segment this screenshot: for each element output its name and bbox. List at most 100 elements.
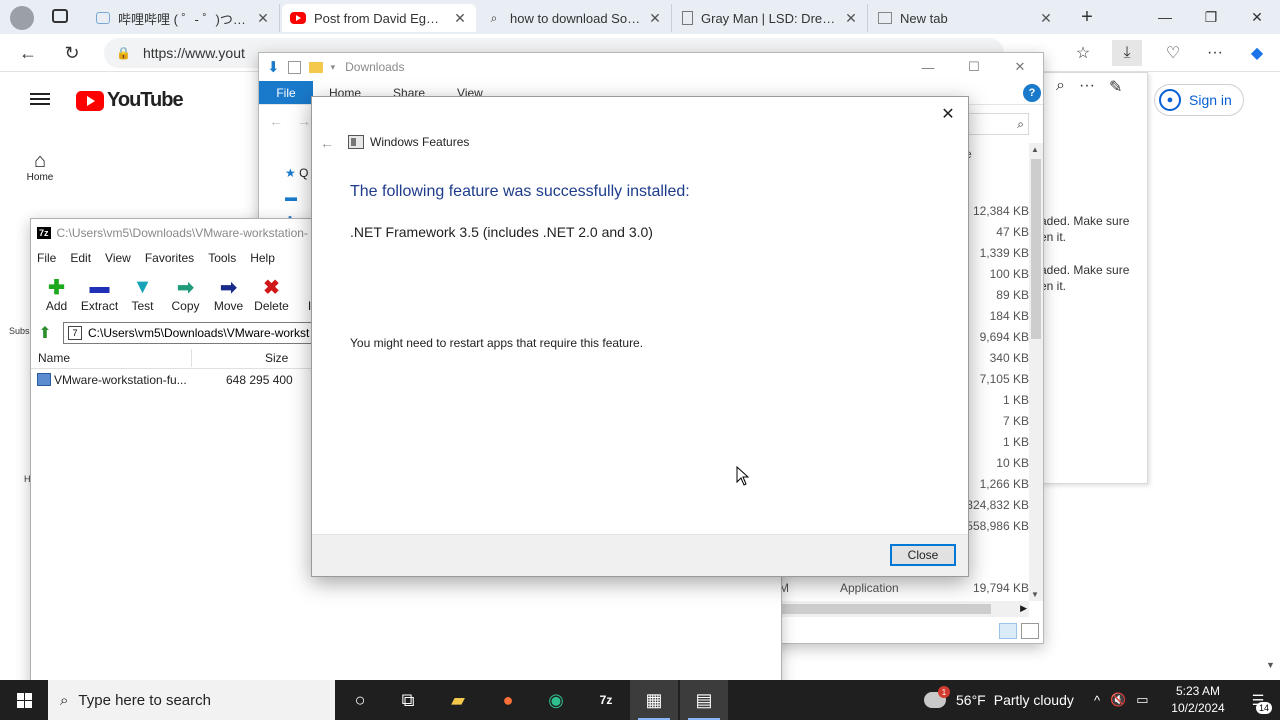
scroll-up-icon[interactable]: ▲ xyxy=(1031,145,1039,154)
back-icon[interactable]: ← xyxy=(320,135,334,151)
large-icons-view-icon[interactable] xyxy=(1021,623,1039,639)
folder-icon xyxy=(308,61,323,73)
vertical-scrollbar[interactable]: ▲ ▼ xyxy=(1029,143,1043,601)
tab-youtube-post[interactable]: Post from David Egan - Y ✕ xyxy=(282,4,476,32)
cortana-icon[interactable]: ○ xyxy=(336,680,384,720)
tab-sogou-search[interactable]: ⌕ how to download Sogou ✕ xyxy=(478,4,672,32)
start-button[interactable] xyxy=(0,680,48,720)
test-button[interactable]: ▼ Test xyxy=(121,275,164,314)
tab-new-tab[interactable]: New tab ✕ xyxy=(870,4,1062,32)
profile-avatar[interactable] xyxy=(10,6,34,30)
taskbar-clock[interactable]: 5:23 AM 10/2/2024 xyxy=(1162,683,1234,717)
close-window-button[interactable]: ✕ xyxy=(1234,0,1280,34)
tab-actions-icon[interactable] xyxy=(52,9,68,23)
search-icon[interactable]: ⌕ xyxy=(1056,77,1065,97)
menu-item-view[interactable]: View xyxy=(105,251,131,265)
downloads-flyout: ⌕ ··· ✎ aded. Make sure en it. aded. Mak… xyxy=(1040,72,1148,484)
favorites-icon[interactable]: ☆ xyxy=(1068,40,1098,66)
sevenzip-taskbar-icon[interactable]: 7z xyxy=(582,680,630,720)
path-text: C:\Users\vm5\Downloads\VMware-workst xyxy=(88,326,310,340)
copy-button[interactable]: ➡ Copy xyxy=(164,275,207,314)
taskbar-search[interactable]: ⌕ Type here to search xyxy=(48,680,335,720)
back-icon[interactable]: ← xyxy=(269,113,283,129)
clock-time: 5:23 AM xyxy=(1175,684,1221,698)
show-hidden-icons-icon[interactable]: ^ xyxy=(1094,693,1100,708)
firefox-icon[interactable]: ● xyxy=(484,680,532,720)
scrollbar-thumb[interactable] xyxy=(779,604,991,614)
more-menu-icon[interactable]: ··· xyxy=(1200,40,1230,66)
tab-label: New tab xyxy=(900,10,948,26)
browser-essentials-icon[interactable]: ♡ xyxy=(1158,40,1188,66)
lock-icon: 🔒 xyxy=(116,46,131,60)
weather-temp: 56°F xyxy=(956,692,986,708)
search-box[interactable]: ⌕ xyxy=(959,113,1029,135)
menu-item-file[interactable]: File xyxy=(37,251,56,265)
column-header-name[interactable]: Name xyxy=(38,351,70,365)
notification-center-icon[interactable]: ☰ 14 xyxy=(1236,680,1280,720)
add-button[interactable]: ✚ Add xyxy=(35,275,78,314)
volume-muted-icon[interactable]: 🔇 xyxy=(1110,692,1126,708)
tab-bilibili[interactable]: 哔哩哔哩 ( ゜- ゜)つロ 干杯~ ✕ xyxy=(88,4,280,32)
close-icon[interactable]: ✕ xyxy=(452,10,468,27)
menu-item-edit[interactable]: Edit xyxy=(70,251,91,265)
control-panel-taskbar-icon[interactable]: ▤ xyxy=(680,680,728,720)
delete-button[interactable]: ✖ Delete xyxy=(250,275,293,314)
download-item-message: aded. Make sure en it. xyxy=(1040,214,1130,244)
close-icon[interactable]: ✕ xyxy=(843,10,859,27)
sidebar-item-home[interactable]: ⌂ Home xyxy=(20,150,60,183)
scroll-down-icon[interactable]: ▼ xyxy=(1266,660,1275,670)
tab-gray-man[interactable]: Gray Man | LSD: Dream E ✕ xyxy=(674,4,868,32)
back-icon[interactable]: ← xyxy=(14,40,42,66)
minimize-button[interactable]: — xyxy=(1142,0,1188,34)
folder-up-icon[interactable]: ⬆ xyxy=(35,323,55,343)
scroll-down-icon[interactable]: ▼ xyxy=(1031,590,1039,599)
scroll-right-icon[interactable]: ▶ xyxy=(1020,603,1027,614)
close-button[interactable]: Close xyxy=(890,544,956,566)
menu-item-help[interactable]: Help xyxy=(250,251,275,265)
column-header-size[interactable]: Size xyxy=(265,351,288,365)
list-item[interactable]: VMware-workstation-fu... 648 295 400 xyxy=(35,371,325,389)
close-window-button[interactable]: ✕ xyxy=(997,53,1043,81)
dialog-footer: Close xyxy=(312,534,968,576)
sidebar-item-subscriptions[interactable]: Subs xyxy=(9,326,30,336)
task-view-icon[interactable]: ⧉ xyxy=(384,680,432,720)
minimize-button[interactable]: — xyxy=(905,53,951,81)
sign-in-button[interactable]: ● Sign in xyxy=(1154,84,1244,116)
close-icon[interactable]: ✕ xyxy=(1038,10,1054,27)
scrollbar-thumb[interactable] xyxy=(1031,159,1041,339)
properties-icon[interactable] xyxy=(287,60,301,74)
file-explorer-icon[interactable]: ▰ xyxy=(434,680,482,720)
ribbon-tab-file[interactable]: File xyxy=(259,81,313,104)
menu-item-tools[interactable]: Tools xyxy=(208,251,236,265)
extract-button[interactable]: ▬ Extract xyxy=(78,275,121,314)
weather-widget[interactable]: 56°F Partly cloudy xyxy=(924,680,1074,720)
quick-access-dropdown-icon[interactable]: ▾ xyxy=(331,62,336,73)
windows-features-taskbar-icon[interactable]: ▦ xyxy=(630,680,678,720)
copy-icon: ➡ xyxy=(177,276,194,299)
network-icon[interactable]: ▭ xyxy=(1136,692,1148,708)
horizontal-scrollbar[interactable]: ▶ xyxy=(779,601,1029,617)
move-button[interactable]: ➡ Move xyxy=(207,275,250,314)
more-icon[interactable]: ··· xyxy=(1079,77,1095,97)
restore-button[interactable]: ❐ xyxy=(1188,0,1234,34)
new-tab-button[interactable]: + xyxy=(1064,0,1110,34)
pin-icon[interactable]: ✎ xyxy=(1109,77,1122,97)
details-view-icon[interactable] xyxy=(999,623,1017,639)
forward-icon[interactable]: → xyxy=(297,113,311,129)
close-icon[interactable]: ✕ xyxy=(647,10,663,27)
file-row[interactable]: M Application 19,794 KB xyxy=(779,579,1029,599)
refresh-icon[interactable]: ↻ xyxy=(58,40,86,66)
hamburger-menu-icon[interactable] xyxy=(30,90,50,108)
close-icon[interactable]: ✕ xyxy=(934,101,962,127)
maximize-button[interactable]: ☐ xyxy=(951,53,997,81)
account-icon: ● xyxy=(1159,89,1181,111)
close-icon[interactable]: ✕ xyxy=(255,10,271,27)
copilot-icon[interactable]: ◆ xyxy=(1242,40,1272,66)
youtube-logo[interactable]: YouTube xyxy=(76,89,184,112)
edge-icon[interactable]: ◉ xyxy=(532,680,580,720)
page-scrollbar[interactable]: ▼ xyxy=(1262,72,1280,680)
download-icon[interactable]: ⤓ xyxy=(1112,40,1142,66)
menu-item-favorites[interactable]: Favorites xyxy=(145,251,194,265)
download-arrow-icon[interactable]: ⬇ xyxy=(267,58,280,76)
help-icon[interactable]: ? xyxy=(1023,84,1041,102)
